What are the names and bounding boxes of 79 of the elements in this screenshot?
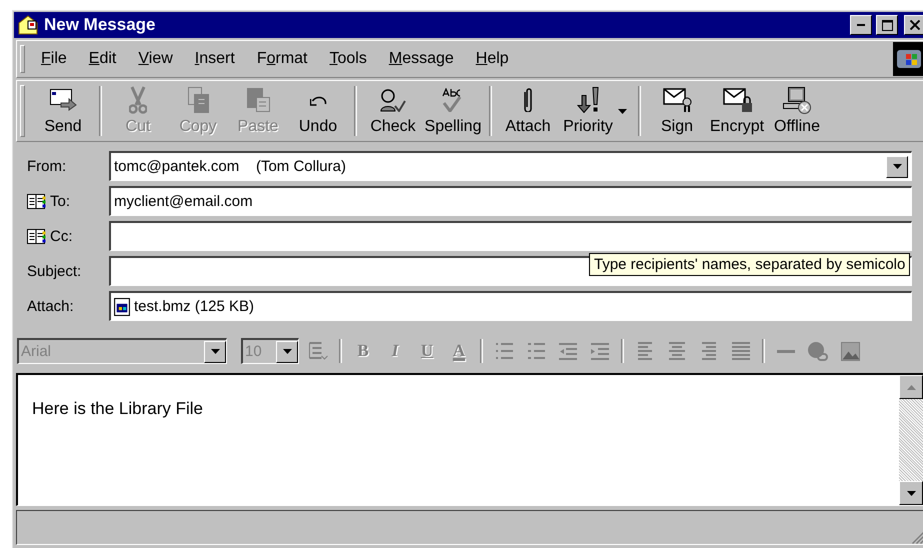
toolbar-button[interactable]: Offline (767, 82, 827, 140)
field-value: tomc@pantek.com (Tom Collura) (114, 158, 346, 175)
field-label: From: (27, 158, 66, 174)
scissors-icon (129, 86, 147, 114)
input-field[interactable]: test.bmz (125 KB) (109, 291, 912, 321)
align-right-icon (702, 342, 716, 360)
toolbar-button[interactable]: Priority (558, 82, 618, 140)
input-field[interactable] (109, 221, 912, 251)
resize-grip-icon[interactable] (912, 531, 923, 544)
envelope-seal-icon (662, 88, 692, 112)
increase-indent-icon (591, 342, 609, 360)
horizontal-line-icon (777, 350, 795, 352)
attachment-name: test.bmz (125 KB) (134, 298, 254, 315)
caret-icon (282, 349, 292, 354)
align-left-icon (638, 342, 652, 360)
envelope-icon (50, 89, 76, 111)
menu-item[interactable]: Format (248, 48, 316, 70)
toolbar-button[interactable]: Send (33, 82, 93, 140)
menu-item[interactable]: View (130, 48, 181, 70)
field-label: Cc: (50, 228, 72, 244)
down-arrow-icon (906, 490, 916, 496)
decrease-indent-icon (559, 342, 577, 360)
minimize-button[interactable] (850, 15, 872, 35)
tooltip: Type recipients' names, separated by semicolo (589, 253, 910, 276)
globe-icon (808, 342, 828, 360)
menu-item[interactable]: Message (380, 48, 462, 70)
envelope-lock-icon (722, 88, 752, 112)
toolbar-button[interactable]: Attach (498, 82, 558, 140)
down-arrow-exclamation-icon (577, 87, 599, 113)
input-field[interactable]: myclient@email.com (109, 186, 912, 216)
menu-item[interactable]: Edit (80, 48, 124, 70)
scroll-down-button[interactable] (899, 481, 923, 505)
up-arrow-icon (906, 384, 916, 390)
align-center-icon (669, 342, 685, 360)
toolbar-button[interactable]: Check (363, 82, 423, 140)
paragraph-style-icon (308, 342, 328, 360)
windows-logo (897, 50, 921, 68)
address-book-button[interactable] (27, 194, 46, 208)
message-icon (18, 15, 40, 35)
field-label: To: (50, 192, 70, 210)
field-label: Attach: (27, 298, 74, 314)
undo-icon (310, 94, 326, 106)
maximize-icon (882, 20, 892, 30)
dropdown-button[interactable] (276, 340, 298, 362)
close-button[interactable] (904, 15, 923, 35)
caret-icon (210, 349, 220, 354)
address-book-button[interactable] (27, 228, 46, 244)
menu-item[interactable]: Help (468, 48, 517, 70)
toolbar-button[interactable]: Spelling (423, 82, 483, 140)
scrollbar[interactable] (899, 375, 923, 505)
maximize-button[interactable] (876, 15, 898, 35)
copy-icon (188, 87, 208, 113)
paperclip-icon (524, 88, 532, 112)
menu-item[interactable]: Tools (322, 48, 375, 70)
minimize-icon (857, 24, 865, 26)
close-icon (910, 20, 920, 30)
bullet-list-icon (528, 343, 544, 359)
window-title: New Message (44, 15, 156, 35)
numbered-list-icon (496, 343, 512, 359)
scroll-up-button[interactable] (899, 375, 923, 399)
address-book-icon (27, 194, 46, 208)
person-check-icon (380, 88, 406, 112)
toolbar-button[interactable]: Undo (288, 82, 348, 140)
field-value: myclient@email.com (114, 193, 253, 210)
clipboard-icon (246, 88, 270, 112)
menu-item[interactable]: File (33, 48, 75, 70)
picture-icon (840, 342, 860, 360)
dropdown-button[interactable] (886, 156, 908, 178)
field-label: Subject: (27, 262, 82, 280)
justify-icon (732, 342, 750, 360)
caret-icon (892, 164, 902, 169)
caret-icon (618, 108, 627, 114)
computer-offline-icon (783, 86, 811, 114)
menu-item[interactable]: Insert (186, 48, 243, 70)
from-dropdown[interactable]: tomc@pantek.com (Tom Collura) (109, 151, 912, 181)
toolbar-button[interactable]: Sign (647, 82, 707, 140)
address-book-icon (27, 228, 46, 244)
toolbar-button[interactable]: Encrypt (707, 82, 767, 140)
file-icon (114, 298, 130, 316)
